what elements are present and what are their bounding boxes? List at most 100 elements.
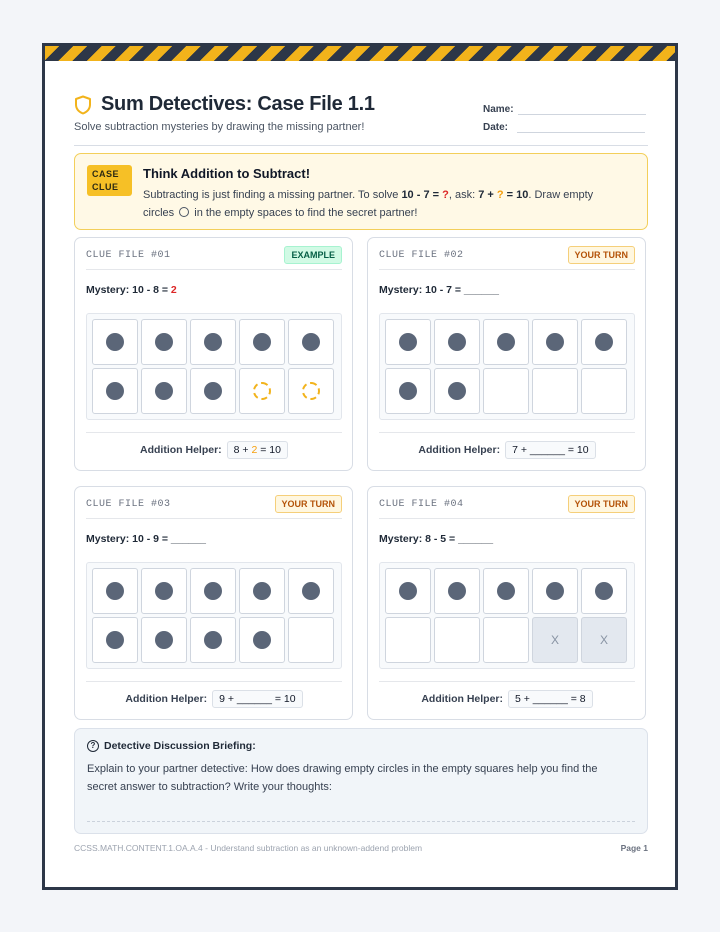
page-number: Page 1 xyxy=(620,843,648,853)
card-header: CLUE FILE #01 EXAMPLE xyxy=(86,246,342,270)
footer: CCSS.MATH.CONTENT.1.OA.A.4 - Understand … xyxy=(74,843,648,853)
filled-counter xyxy=(155,333,173,351)
ten-frame-cell xyxy=(239,319,285,365)
ten-frame-cell xyxy=(190,617,236,663)
case-clue-badge: CASE CLUE xyxy=(87,165,132,196)
mystery-equation: Mystery: 10 - 7 = ______ xyxy=(379,284,499,296)
date-field[interactable]: Date: xyxy=(483,121,646,133)
status-badge: YOUR TURN xyxy=(567,246,635,264)
clue-title: Think Addition to Subtract! xyxy=(143,166,311,181)
empty-circle-icon xyxy=(179,207,190,217)
clue-file-card: CLUE FILE #02 YOUR TURN Mystery: 10 - 7 = … xyxy=(367,237,646,471)
clue-file-card: CLUE FILE #03 YOUR TURN Mystery: 10 - 9 = … xyxy=(74,486,353,720)
addition-helper: Addition Helper: 5 + ______ = 8 xyxy=(379,681,635,708)
ten-frame-cell xyxy=(434,568,480,614)
name-field[interactable]: Name: xyxy=(483,103,646,115)
filled-counter xyxy=(448,382,466,400)
ten-frame-cell xyxy=(141,368,187,414)
ten-frame-cell xyxy=(581,568,627,614)
crossed-cell: X xyxy=(532,617,578,663)
addition-helper: Addition Helper: 7 + ______ = 10 xyxy=(379,432,635,459)
ten-frame-cell xyxy=(190,568,236,614)
empty-cell[interactable] xyxy=(385,617,431,663)
empty-circle-counter xyxy=(302,382,320,400)
ten-frame-cell xyxy=(385,368,431,414)
ten-frame-cell xyxy=(288,368,334,414)
filled-counter xyxy=(448,582,466,600)
mystery-equation: Mystery: 10 - 9 = ______ xyxy=(86,533,206,545)
filled-counter xyxy=(399,382,417,400)
case-clue-box: CASE CLUE Think Addition to Subtract! Sub… xyxy=(74,153,648,230)
ten-frame-cell xyxy=(239,368,285,414)
mystery-equation: Mystery: 8 - 5 = ______ xyxy=(379,533,494,545)
filled-counter xyxy=(106,631,124,649)
ten-frame: XX xyxy=(379,562,635,669)
clue-file-card: CLUE FILE #01 EXAMPLE Mystery: 10 - 8 = 2 A… xyxy=(74,237,353,471)
filled-counter xyxy=(155,382,173,400)
filled-counter xyxy=(253,582,271,600)
empty-cell[interactable] xyxy=(581,368,627,414)
filled-counter xyxy=(155,582,173,600)
ten-frame-cell xyxy=(92,617,138,663)
clue-text: Subtracting is just finding a missing pa… xyxy=(143,189,594,219)
helper-equation: 5 + ______ = 8 xyxy=(508,690,593,708)
ten-frame-cell xyxy=(92,568,138,614)
ten-frame-cell xyxy=(92,319,138,365)
card-header: CLUE FILE #03 YOUR TURN xyxy=(86,495,342,519)
ten-frame-cell xyxy=(483,319,529,365)
header: Sum Detectives: Case File 1.1 Solve subt… xyxy=(74,91,648,146)
subtitle: Solve subtraction mysteries by drawing t… xyxy=(74,121,365,133)
crossed-cell: X xyxy=(581,617,627,663)
ten-frame-cell xyxy=(288,568,334,614)
filled-counter xyxy=(302,582,320,600)
filled-counter xyxy=(399,582,417,600)
filled-counter xyxy=(253,631,271,649)
status-badge: EXAMPLE xyxy=(284,246,342,264)
filled-counter xyxy=(155,631,173,649)
ten-frame-cell xyxy=(581,319,627,365)
clue-file-label: CLUE FILE #02 xyxy=(379,250,464,261)
filled-counter xyxy=(204,333,222,351)
ten-frame-cell xyxy=(385,319,431,365)
discussion-title: ? Detective Discussion Briefing: xyxy=(87,740,256,752)
ten-frame-cell xyxy=(434,368,480,414)
question-icon: ? xyxy=(87,740,99,752)
helper-equation: 7 + ______ = 10 xyxy=(505,441,596,459)
ten-frame-cell xyxy=(288,319,334,365)
answer-line[interactable] xyxy=(87,821,635,822)
filled-counter xyxy=(546,333,564,351)
empty-cell[interactable] xyxy=(483,368,529,414)
ten-frame-cell xyxy=(434,319,480,365)
clue-file-label: CLUE FILE #04 xyxy=(379,499,464,510)
filled-counter xyxy=(595,333,613,351)
ten-frame-cell xyxy=(385,568,431,614)
ten-frame-cell xyxy=(483,568,529,614)
clue-file-label: CLUE FILE #03 xyxy=(86,499,171,510)
filled-counter xyxy=(302,333,320,351)
empty-cell[interactable] xyxy=(532,368,578,414)
addition-helper: Addition Helper: 9 + ______ = 10 xyxy=(86,681,342,708)
clue-file-card: CLUE FILE #04 YOUR TURN Mystery: 8 - 5 = _… xyxy=(367,486,646,720)
worksheet: Sum Detectives: Case File 1.1 Solve subt… xyxy=(42,43,678,890)
empty-cell[interactable] xyxy=(434,617,480,663)
ten-frame xyxy=(379,313,635,420)
status-badge: YOUR TURN xyxy=(567,495,635,513)
filled-counter xyxy=(204,631,222,649)
filled-counter xyxy=(595,582,613,600)
clue-file-label: CLUE FILE #01 xyxy=(86,250,171,261)
filled-counter xyxy=(546,582,564,600)
helper-equation: 8 + 2 = 10 xyxy=(226,441,288,459)
filled-counter xyxy=(399,333,417,351)
discussion-text: Explain to your partner detective: How d… xyxy=(87,763,598,793)
empty-circle-counter xyxy=(253,382,271,400)
helper-equation: 9 + ______ = 10 xyxy=(212,690,303,708)
ten-frame-cell xyxy=(141,319,187,365)
ten-frame-cell xyxy=(190,368,236,414)
empty-cell[interactable] xyxy=(288,617,334,663)
ten-frame-cell xyxy=(190,319,236,365)
card-header: CLUE FILE #02 YOUR TURN xyxy=(379,246,635,270)
shield-icon xyxy=(75,95,91,114)
standard-code: CCSS.MATH.CONTENT.1.OA.A.4 - Understand … xyxy=(74,843,423,853)
discussion-box: ? Detective Discussion Briefing: Explain… xyxy=(74,728,648,834)
empty-cell[interactable] xyxy=(483,617,529,663)
